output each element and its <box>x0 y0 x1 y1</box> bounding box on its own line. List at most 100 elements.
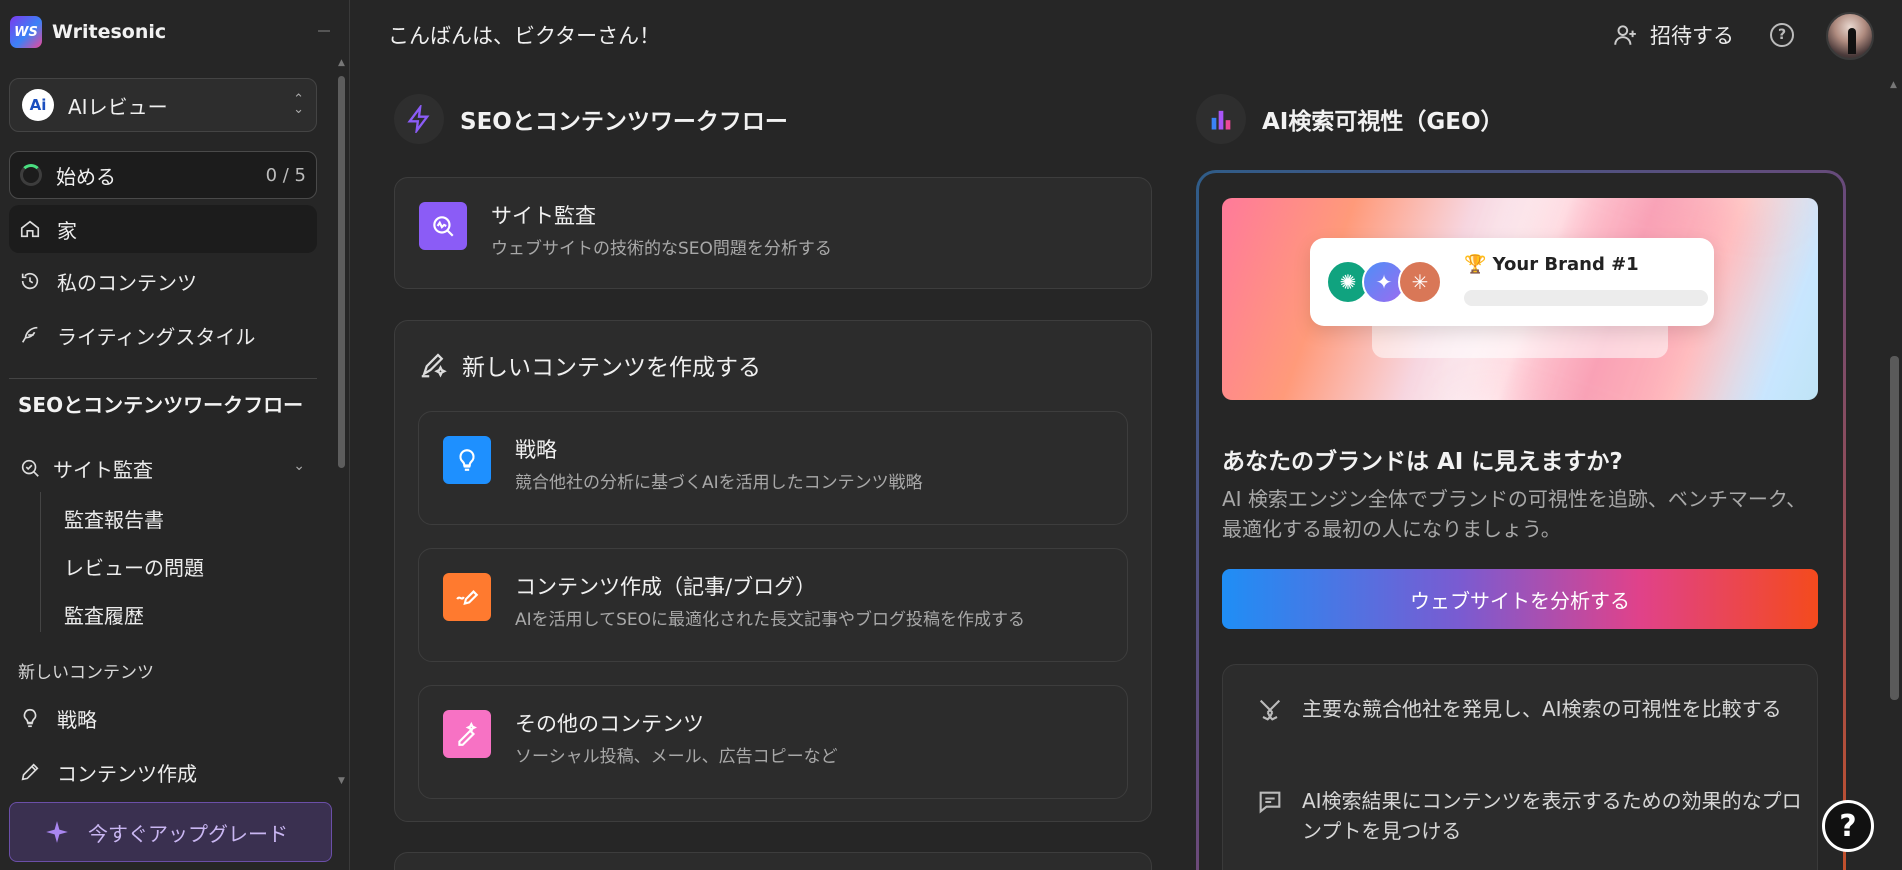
site-audit-title: サイト監査 <box>491 204 596 228</box>
article-creation-title: コンテンツ作成（記事/ブログ） <box>515 575 817 599</box>
home-icon <box>19 218 41 240</box>
lightning-icon <box>394 94 444 144</box>
sidebar-section-title: SEOとコンテンツワークフロー <box>18 393 304 417</box>
progress-ring-icon <box>20 164 42 186</box>
strategy-desc: 競合他社の分析に基づくAIを活用したコンテンツ戦略 <box>515 473 923 493</box>
hero-brand-card: ✺ ✦ ✳ 🏆 Your Brand #1 <box>1310 238 1714 326</box>
strategy-text: 戦略 競合他社の分析に基づくAIを活用したコンテンツ戦略 <box>515 436 923 496</box>
invite-label: 招待する <box>1650 24 1734 48</box>
getting-started-button[interactable]: 始める 0 / 5 <box>9 151 317 199</box>
feature-text: 主要な競合他社を発見し、AI検索の可視性を比較する <box>1302 697 1782 721</box>
audit-chart-icon <box>419 202 467 250</box>
create-content-header: 新しいコンテンツを作成する <box>418 348 761 382</box>
main-scrollbar[interactable] <box>1890 356 1899 700</box>
bar-chart-icon <box>1196 94 1246 144</box>
avatar[interactable] <box>1826 12 1874 60</box>
strategy-card[interactable]: 戦略 競合他社の分析に基づくAIを活用したコンテンツ戦略 <box>418 411 1128 525</box>
other-content-tile: その他のコンテンツ ソーシャル投稿、メール、広告コピーなど <box>443 710 838 770</box>
audit-search-icon <box>19 457 41 479</box>
article-creation-text: コンテンツ作成（記事/ブログ） AIを活用してSEOに最適化された長文記事やブロ… <box>515 573 1025 633</box>
sidebar-item-content-creation[interactable]: コンテンツ作成 <box>9 748 317 796</box>
site-audit-card[interactable]: サイト監査 ウェブサイトの技術的なSEO問題を分析する <box>394 177 1152 289</box>
sidebar-item-site-audit[interactable]: サイト監査 ⌄ <box>9 444 317 492</box>
chevron-down-icon[interactable]: ⌄ <box>293 458 305 474</box>
geo-hero-image: ✺ ✦ ✳ 🏆 Your Brand #1 <box>1222 198 1818 400</box>
sidebar: WS Writesonic Ai AIレビュー ⌃ ⌄ 始める 0 / 5 家 私… <box>0 0 350 870</box>
project-badge-icon: Ai <box>22 89 54 121</box>
article-creation-card[interactable]: コンテンツ作成（記事/ブログ） AIを活用してSEOに最適化された長文記事やブロ… <box>418 548 1128 662</box>
main-scroll-up-icon[interactable]: ▲ <box>1890 80 1897 90</box>
avatar-figure <box>1848 28 1856 54</box>
add-user-icon <box>1614 25 1636 45</box>
history-icon <box>19 270 41 292</box>
geo-description: AI 検索エンジン全体でブランドの可視性を追跡、ベンチマーク、最適化する最初の人… <box>1222 487 1807 541</box>
pencil-icon <box>19 761 41 783</box>
strategy-tile: 戦略 競合他社の分析に基づくAIを活用したコンテンツ戦略 <box>443 436 923 496</box>
next-section-card <box>394 852 1152 870</box>
swords-icon <box>1259 699 1281 721</box>
feather-icon <box>19 324 41 346</box>
chat-icon <box>1259 791 1281 814</box>
pen-spark-icon <box>421 353 447 378</box>
greeting-text: こんばんは、ビクターさん！ <box>388 24 661 48</box>
sidebar-item-writing-style[interactable]: ライティングスタイル <box>9 311 317 359</box>
geo-question: あなたのブランドは AI に見えますか? <box>1222 449 1623 475</box>
magic-pen-icon <box>443 710 491 758</box>
sidebar-item-strategy[interactable]: 戦略 <box>9 694 317 742</box>
other-content-card[interactable]: その他のコンテンツ ソーシャル投稿、メール、広告コピーなど <box>418 685 1128 799</box>
other-content-desc: ソーシャル投稿、メール、広告コピーなど <box>515 747 838 767</box>
sidebar-group-label: 新しいコンテンツ <box>18 663 154 683</box>
sidebar-item-my-content[interactable]: 私のコンテンツ <box>9 257 317 305</box>
strategy-title: 戦略 <box>515 438 557 462</box>
help-icon[interactable]: ? <box>1770 23 1794 47</box>
article-creation-tile: コンテンツ作成（記事/ブログ） AIを活用してSEOに最適化された長文記事やブロ… <box>443 573 1025 633</box>
sidebar-item-label: サイト監査 <box>53 457 153 482</box>
sidebar-item-label: 戦略 <box>57 707 97 732</box>
sidebar-scrollbar[interactable] <box>338 76 345 468</box>
upgrade-button[interactable]: 今すぐアップグレード <box>9 802 332 862</box>
help-chat-button[interactable]: ? <box>1822 800 1874 852</box>
sidebar-item-label: 家 <box>57 218 77 243</box>
sidebar-subitem-review-issues[interactable]: レビューの問題 <box>64 552 204 581</box>
hero-brand-label: 🏆 Your Brand #1 <box>1464 254 1639 275</box>
geo-section-header: AI検索可視性（GEO） <box>1196 94 1504 144</box>
lightbulb-icon <box>19 707 41 729</box>
getting-started-count: 0 / 5 <box>265 164 306 186</box>
site-audit-tile: サイト監査 ウェブサイトの技術的なSEO問題を分析する <box>419 202 832 262</box>
writesonic-logo-icon[interactable]: WS <box>10 16 42 48</box>
upgrade-label: 今すぐアップグレード <box>88 821 288 846</box>
collapse-sidebar-button[interactable] <box>318 30 330 32</box>
site-audit-desc: ウェブサイトの技術的なSEO問題を分析する <box>491 239 832 259</box>
hero-placeholder-bar <box>1464 290 1708 306</box>
lightbulb-icon <box>443 436 491 484</box>
create-content-title: 新しいコンテンツを作成する <box>462 355 761 381</box>
sidebar-item-label: ライティングスタイル <box>57 324 256 349</box>
sidebar-scroll-down-icon[interactable]: ▼ <box>338 776 345 786</box>
seo-section-title: SEOとコンテンツワークフロー <box>460 109 788 135</box>
other-content-title: その他のコンテンツ <box>515 712 704 736</box>
sparkle-icon <box>46 821 68 843</box>
app-name: Writesonic <box>52 21 167 43</box>
submenu-line <box>40 492 41 632</box>
site-audit-text: サイト監査 ウェブサイトの技術的なSEO問題を分析する <box>491 202 832 262</box>
geo-feature-competitors: 主要な競合他社を発見し、AI検索の可視性を比較する <box>1256 694 1802 724</box>
sidebar-subitem-audit-report[interactable]: 監査報告書 <box>64 504 164 533</box>
project-name: AIレビュー <box>68 94 168 119</box>
getting-started-label: 始める <box>56 164 116 189</box>
geo-feature-prompts: AI検索結果にコンテンツを表示するための効果的なプロンプトを見つける <box>1256 786 1802 846</box>
sidebar-scroll-up-icon[interactable]: ▲ <box>338 58 345 68</box>
geo-section-title: AI検索可視性（GEO） <box>1262 109 1504 135</box>
feature-text: AI検索結果にコンテンツを表示するための効果的なプロンプトを見つける <box>1302 789 1802 843</box>
analyze-website-button[interactable]: ウェブサイトを分析する <box>1222 569 1818 629</box>
chevron-up-down-icon: ⌃ ⌄ <box>293 92 304 117</box>
article-creation-desc: AIを活用してSEOに最適化された長文記事やブログ投稿を作成する <box>515 610 1026 630</box>
other-content-text: その他のコンテンツ ソーシャル投稿、メール、広告コピーなど <box>515 710 838 770</box>
sidebar-item-label: コンテンツ作成 <box>57 761 197 786</box>
invite-button[interactable]: 招待する <box>1612 20 1734 50</box>
sidebar-subitem-audit-history[interactable]: 監査履歴 <box>64 600 144 629</box>
sidebar-item-home[interactable]: 家 <box>9 205 317 253</box>
project-selector[interactable]: Ai AIレビュー ⌃ ⌄ <box>9 78 317 132</box>
seo-section-header: SEOとコンテンツワークフロー <box>394 94 788 144</box>
sidebar-divider <box>9 378 317 379</box>
claude-icon: ✳ <box>1398 260 1442 304</box>
